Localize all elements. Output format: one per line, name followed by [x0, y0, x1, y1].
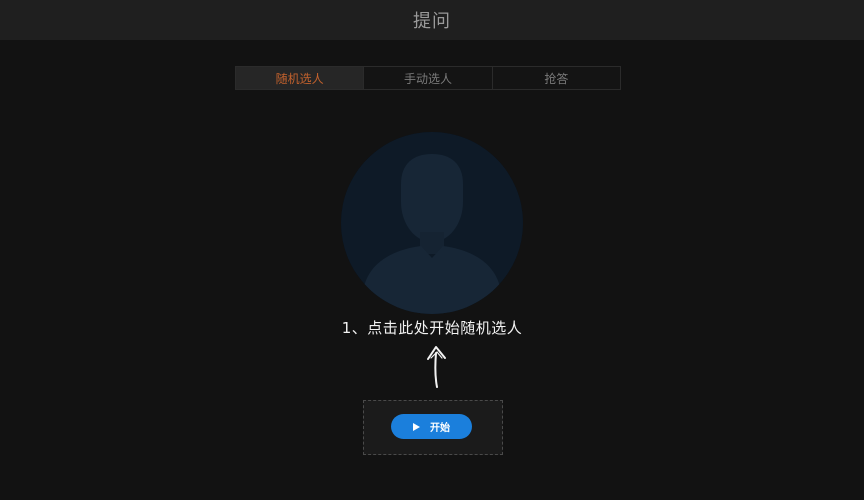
- person-silhouette-icon: [341, 132, 523, 314]
- ask-question-page: 提问 随机选人 手动选人 抢答 1、点击此处开始随机选人 开始: [0, 0, 864, 500]
- start-button[interactable]: 开始: [391, 414, 472, 439]
- instruction-text: 1、点击此处开始随机选人: [341, 319, 523, 337]
- title-bar: 提问: [0, 0, 864, 40]
- tab-manual-pick[interactable]: 手动选人: [364, 67, 493, 89]
- play-icon: [413, 422, 420, 431]
- start-button-label: 开始: [430, 423, 450, 434]
- hand-drawn-arrow-icon: [427, 346, 446, 388]
- mode-tabs: 随机选人 手动选人 抢答: [235, 66, 621, 90]
- tab-random-pick[interactable]: 随机选人: [236, 67, 365, 89]
- avatar-placeholder: [341, 132, 523, 314]
- page-title: 提问: [413, 11, 451, 32]
- tab-quick-answer[interactable]: 抢答: [493, 67, 620, 89]
